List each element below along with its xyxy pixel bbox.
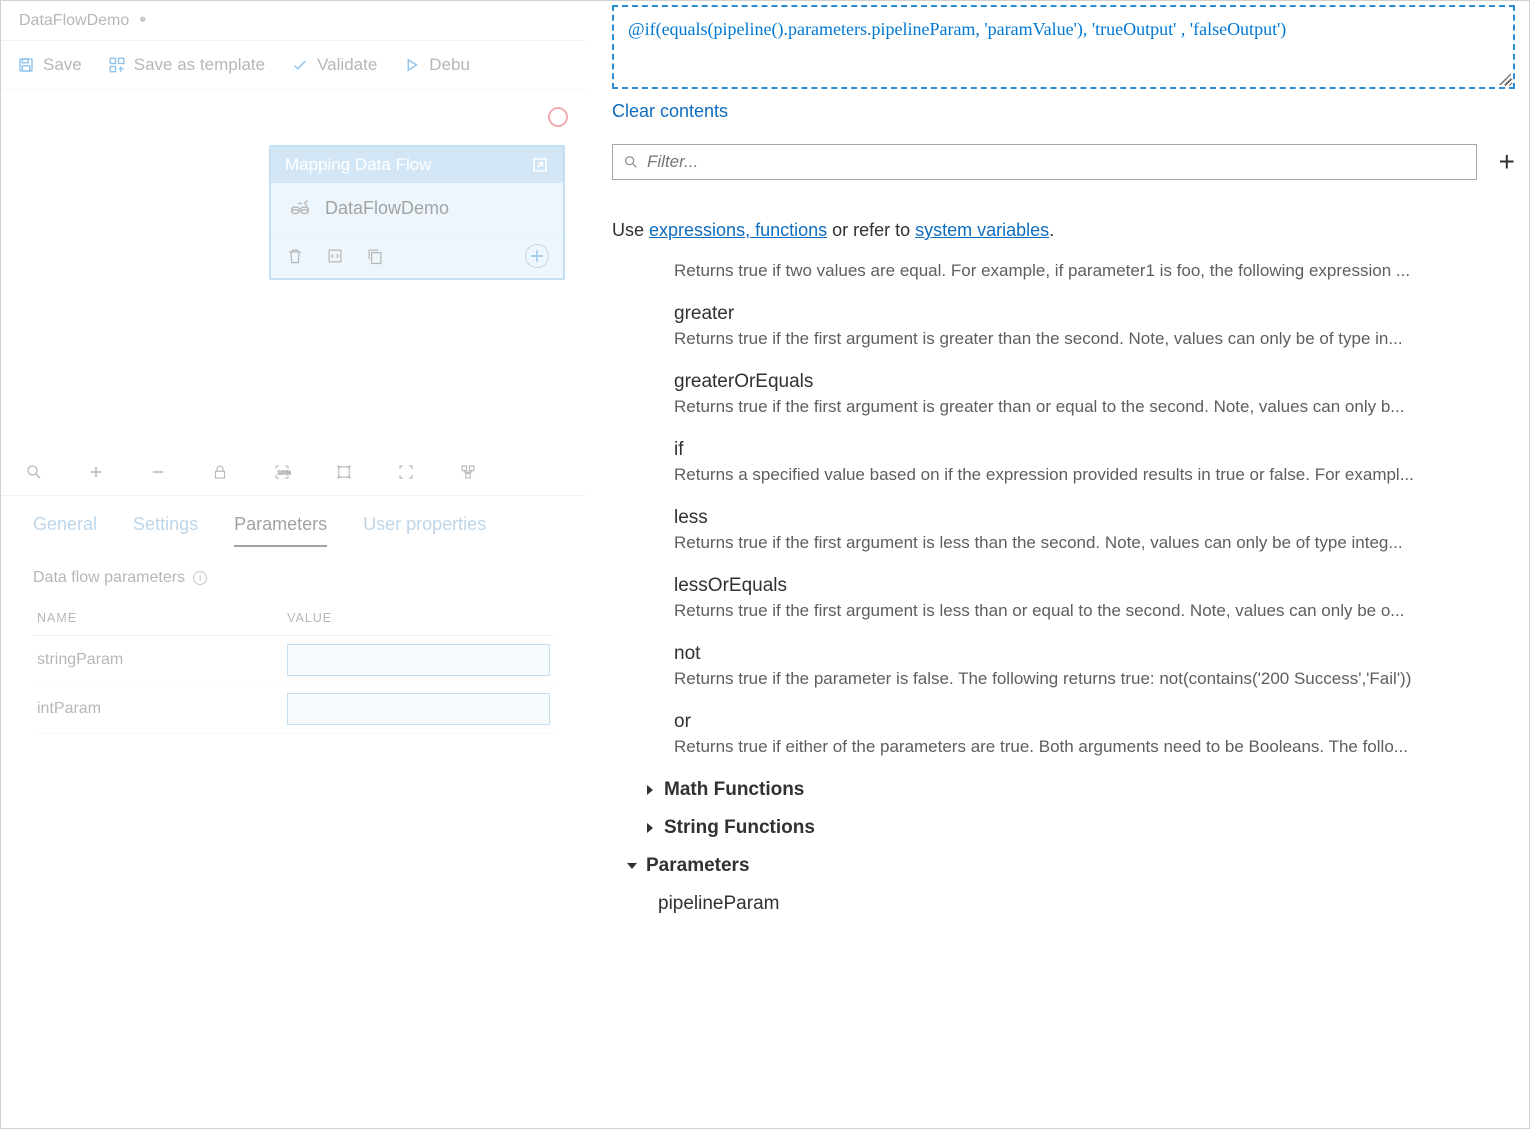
node-header: Mapping Data Flow (271, 147, 563, 183)
col-name: NAME (33, 601, 283, 636)
unsaved-dot-icon: • (139, 9, 146, 32)
params-section-title: Data flow parameters i (33, 569, 554, 587)
param-value-input[interactable] (287, 693, 550, 725)
search-icon[interactable] (25, 463, 43, 481)
list-item: Returns true if two values are equal. Fo… (674, 261, 1495, 281)
category-math[interactable]: Math Functions (644, 779, 1495, 801)
svg-text:100%: 100% (278, 470, 292, 476)
fit-icon[interactable] (335, 463, 353, 481)
category-string[interactable]: String Functions (644, 817, 1495, 839)
filter-input[interactable] (647, 152, 1466, 172)
tab-bar: DataFlowDemo • (1, 1, 586, 41)
system-variables-link[interactable]: system variables (915, 220, 1049, 240)
tab-user-properties[interactable]: User properties (363, 514, 486, 547)
add-button[interactable]: + (1499, 146, 1515, 178)
info-icon[interactable]: i (193, 571, 207, 585)
table-row: stringParam (33, 636, 554, 685)
function-list[interactable]: Returns true if two values are equal. Fo… (612, 261, 1515, 1128)
play-icon (403, 56, 421, 74)
fullscreen-icon[interactable] (397, 463, 415, 481)
canvas-toolbar: 100% (1, 449, 586, 496)
tab-dataflowdemo[interactable]: DataFlowDemo • (1, 1, 164, 40)
pipeline-toolbar: Save Save as template Validate Debu (1, 41, 586, 89)
dataflow-icon (289, 197, 311, 219)
param-value-input[interactable] (287, 644, 550, 676)
property-tabs: General Settings Parameters User propert… (1, 496, 586, 547)
left-panel: DataFlowDemo • Save Save as template Val… (1, 1, 586, 1128)
zoom-100-icon[interactable]: 100% (273, 463, 291, 481)
popout-icon[interactable] (531, 156, 549, 174)
list-item[interactable]: less Returns true if the first argument … (674, 507, 1495, 553)
chevron-right-icon (644, 784, 656, 796)
node-footer (271, 233, 563, 278)
tab-general[interactable]: General (33, 514, 97, 547)
validate-button[interactable]: Validate (291, 55, 377, 75)
status-indicator-icon (548, 107, 568, 127)
zoom-out-icon[interactable] (149, 463, 167, 481)
copy-icon[interactable] (365, 246, 385, 266)
template-icon (108, 56, 126, 74)
dataflow-params-section: Data flow parameters i NAME VALUE string… (1, 547, 586, 756)
add-output-button[interactable] (525, 244, 549, 268)
pipeline-canvas[interactable]: Mapping Data Flow DataFlowDemo (1, 89, 586, 449)
layout-icon[interactable] (459, 463, 477, 481)
search-icon (623, 154, 639, 170)
save-as-template-button[interactable]: Save as template (108, 55, 265, 75)
list-item[interactable]: lessOrEquals Returns true if the first a… (674, 575, 1495, 621)
save-button[interactable]: Save (17, 55, 82, 75)
chevron-right-icon (644, 822, 656, 834)
category-parameters[interactable]: Parameters (626, 855, 1495, 877)
save-icon (17, 56, 35, 74)
list-item[interactable]: greaterOrEquals Returns true if the firs… (674, 371, 1495, 417)
dataflow-node[interactable]: Mapping Data Flow DataFlowDemo (269, 145, 565, 280)
delete-icon[interactable] (285, 246, 305, 266)
list-item[interactable]: not Returns true if the parameter is fal… (674, 643, 1495, 689)
tab-settings[interactable]: Settings (133, 514, 198, 547)
filter-box[interactable] (612, 144, 1477, 180)
tab-parameters[interactable]: Parameters (234, 514, 327, 547)
resize-handle-icon[interactable] (1499, 73, 1511, 85)
col-value: VALUE (283, 601, 554, 636)
debug-button[interactable]: Debu (403, 55, 470, 75)
chevron-down-icon (626, 860, 638, 872)
tab-title: DataFlowDemo (19, 12, 129, 30)
list-item[interactable]: or Returns true if either of the paramet… (674, 711, 1495, 757)
node-body: DataFlowDemo (271, 183, 563, 233)
params-table: NAME VALUE stringParam intParam (33, 601, 554, 734)
clear-contents-link[interactable]: Clear contents (612, 101, 1515, 122)
parameter-item[interactable]: pipelineParam (658, 893, 1495, 915)
list-item[interactable]: if Returns a specified value based on if… (674, 439, 1495, 485)
zoom-in-icon[interactable] (87, 463, 105, 481)
expression-textarea[interactable]: @if(equals(pipeline().parameters.pipelin… (612, 5, 1515, 89)
hint-text: Use expressions, functions or refer to s… (612, 220, 1515, 241)
table-row: intParam (33, 685, 554, 734)
code-icon[interactable] (325, 246, 345, 266)
expressions-functions-link[interactable]: expressions, functions (649, 220, 827, 240)
expression-builder-panel: @if(equals(pipeline().parameters.pipelin… (586, 1, 1529, 1128)
check-icon (291, 56, 309, 74)
lock-icon[interactable] (211, 463, 229, 481)
list-item[interactable]: greater Returns true if the first argume… (674, 303, 1495, 349)
